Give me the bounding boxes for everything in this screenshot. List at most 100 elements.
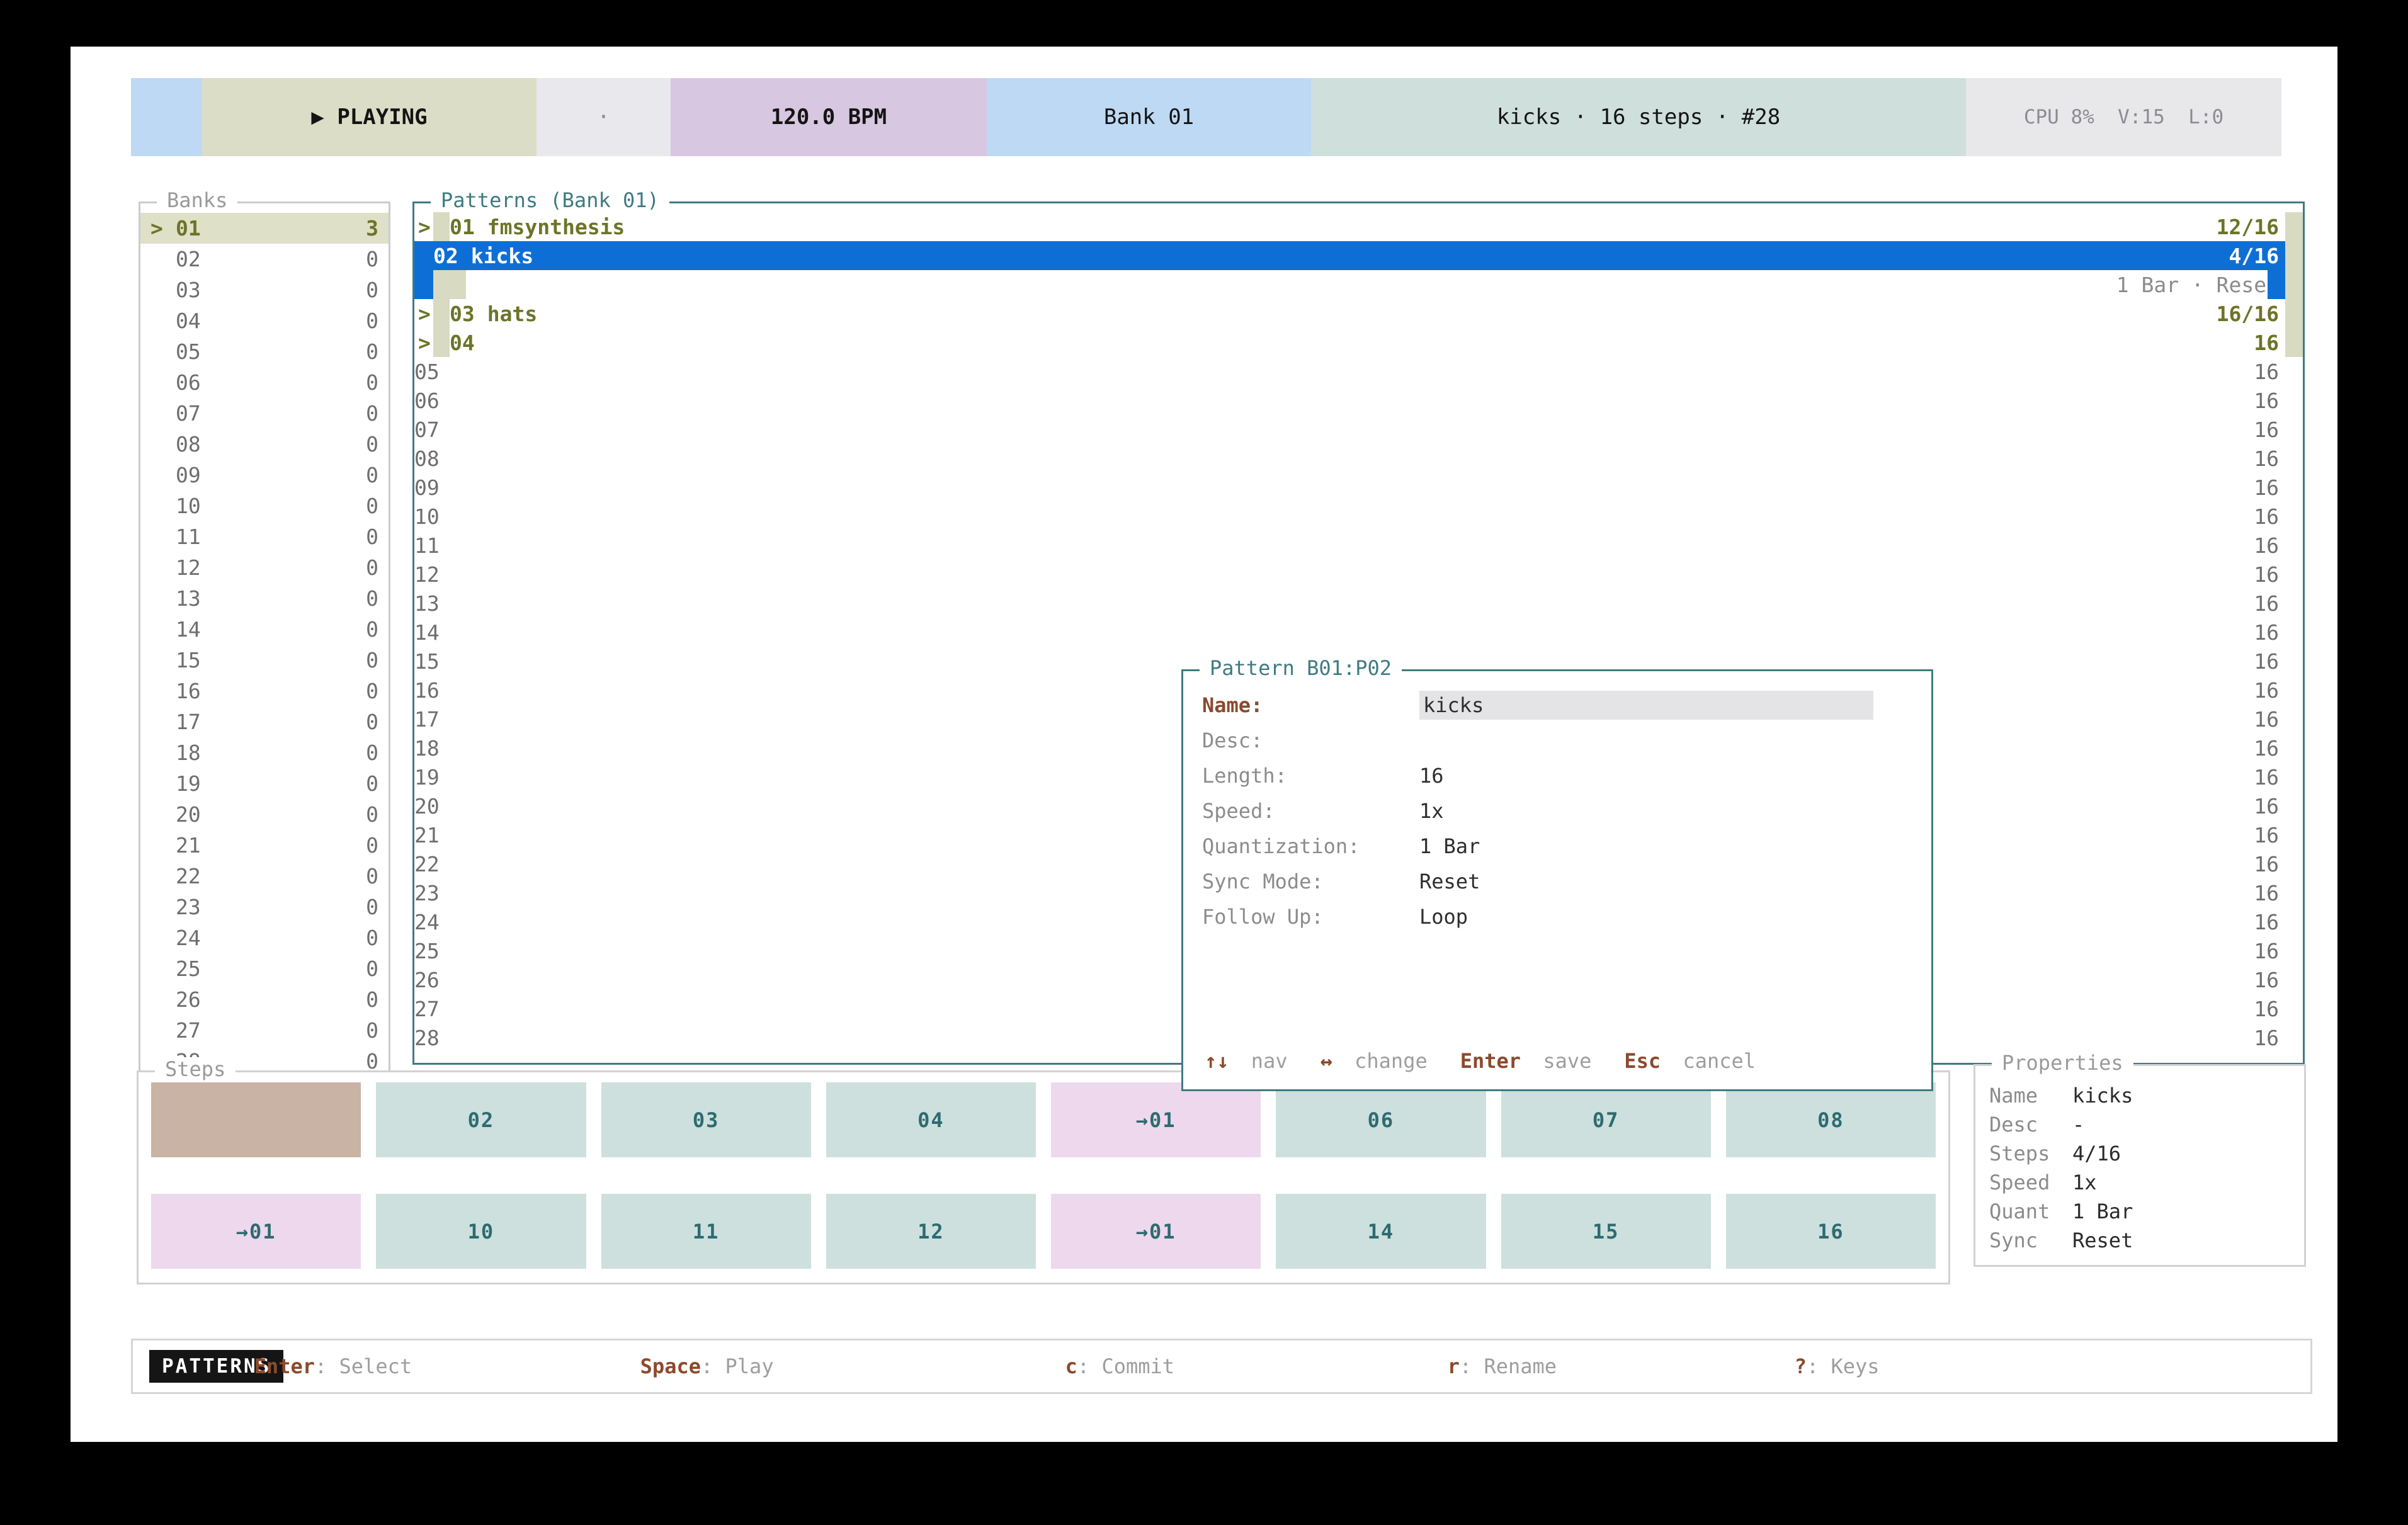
step-label: 06 [1368,1108,1395,1132]
step-cell-normal[interactable]: 08 [1726,1082,1936,1157]
field-value[interactable]: 1x [1419,799,1444,823]
step-label: 12 [917,1220,945,1244]
step-cell-normal[interactable]: 16 [1726,1194,1936,1269]
pattern-step-count: 16 [2254,417,2285,442]
bank-number: 05 [176,339,201,364]
bank-row[interactable]: 23 0 [140,892,389,922]
pattern-row-selected[interactable]: 02 kicks 4/16 [414,241,2303,270]
pattern-row-plain[interactable]: 12 16 [414,560,2303,589]
bank-row[interactable]: 07 0 [140,398,389,429]
property-row: Steps 4/16 [1989,1139,2290,1168]
pattern-row-plain[interactable]: 10 16 [414,502,2303,531]
field-value[interactable]: kicks [1419,691,1873,720]
field-value[interactable]: 1 Bar [1419,834,1480,858]
step-cell-normal[interactable]: 04 [826,1082,1036,1157]
bank-row[interactable]: 06 0 [140,367,389,398]
top-status-bar: ▶ PLAYING · 120.0 BPM Bank 01 kicks · 16… [131,78,2312,156]
bank-row[interactable]: 21 0 [140,830,389,861]
bank-row[interactable]: 27 0 [140,1015,389,1046]
step-cell-normal[interactable]: 06 [1276,1082,1485,1157]
hint-separator: : [1807,1354,1819,1378]
bank-row[interactable]: 20 0 [140,799,389,830]
bank-row[interactable]: 17 0 [140,706,389,737]
bank-row[interactable]: 14 0 [140,614,389,645]
pattern-step-count: 16 [2254,707,2285,732]
dialog-field-row[interactable]: Length: 16 [1202,758,1912,793]
step-cell-normal[interactable]: 14 [1276,1194,1485,1269]
dialog-field-row[interactable]: Quantization: 1 Bar [1202,829,1912,864]
pattern-row-plain[interactable]: 07 16 [414,415,2303,444]
bank-row[interactable]: 22 0 [140,861,389,892]
bank-pattern-count: 0 [366,895,378,919]
step-cell-normal[interactable]: 11 [601,1194,811,1269]
pattern-name: kicks [471,244,533,268]
gutter-stripe [433,328,450,357]
dialog-field-row[interactable]: Follow Up: Loop [1202,899,1912,934]
bank-row[interactable]: 05 0 [140,336,389,367]
pattern-row-olive[interactable]: > 04 16 [414,328,2303,357]
footer-key-hint: c: Commit [944,1330,1174,1402]
step-cell-jump[interactable]: →01 [1051,1194,1261,1269]
pattern-row-plain[interactable]: 05 16 [414,357,2303,386]
bank-row[interactable]: 19 0 [140,768,389,799]
field-value[interactable]: Reset [1419,870,1480,893]
dialog-field-row[interactable]: Name: kicks [1202,688,1912,723]
scrollbar-track [2285,531,2303,560]
bank-row[interactable]: 16 0 [140,676,389,706]
pattern-number: 06 [414,388,440,413]
step-cell-jump[interactable]: →01 [1051,1082,1261,1157]
bank-row[interactable]: 11 0 [140,521,389,552]
properties-panel-title: Properties [1992,1051,2133,1075]
pattern-row-plain[interactable]: 14 16 [414,618,2303,647]
hint-separator: : [1460,1354,1472,1378]
bank-row[interactable]: 12 0 [140,552,389,583]
pattern-row-detail[interactable]: 1 Bar · Reset [414,270,2303,299]
pattern-row-plain[interactable]: 08 16 [414,444,2303,473]
pattern-row-plain[interactable]: 13 16 [414,589,2303,618]
pattern-row-plain[interactable]: 09 16 [414,473,2303,502]
step-cell-normal[interactable]: 02 [376,1082,586,1157]
bank-pattern-count: 0 [366,309,378,333]
bank-pattern-count: 0 [366,494,378,518]
bank-row[interactable]: 24 0 [140,922,389,953]
bank-row[interactable]: 03 0 [140,275,389,305]
bank-row[interactable]: 18 0 [140,737,389,768]
pattern-row-olive[interactable]: > 03 hats 16/16 [414,299,2303,328]
step-cell-active[interactable] [151,1082,361,1157]
dialog-field-row[interactable]: Sync Mode: Reset [1202,864,1912,899]
pattern-row-olive[interactable]: > 01 fmsynthesis 12/16 [414,212,2303,241]
pattern-row-plain[interactable]: 06 16 [414,386,2303,415]
step-cell-normal[interactable]: 07 [1501,1082,1711,1157]
property-row: Name kicks [1989,1081,2290,1110]
step-cell-normal[interactable]: 15 [1501,1194,1711,1269]
field-value[interactable]: Loop [1419,905,1468,929]
topbar-segment-transport: ▶ PLAYING [202,78,537,156]
footer-key-hint: r: Rename [1326,1330,1557,1402]
pattern-number: 12 [414,562,440,587]
step-cell-normal[interactable]: 03 [601,1082,811,1157]
bank-row[interactable]: 15 0 [140,645,389,676]
hint-separator: : [315,1354,327,1378]
bank-row[interactable]: 09 0 [140,460,389,490]
topbar-segment-text: 120.0 BPM [771,105,887,130]
dialog-field-row[interactable]: Speed: 1x [1202,793,1912,829]
step-cell-normal[interactable]: 10 [376,1194,586,1269]
bank-row[interactable]: 26 0 [140,984,389,1015]
bank-row[interactable]: 13 0 [140,583,389,614]
bank-row[interactable]: 25 0 [140,953,389,984]
bank-row[interactable]: 02 0 [140,244,389,275]
topbar-segment-indicator [131,78,202,156]
bank-number: 16 [176,679,201,703]
dialog-field-row[interactable]: Desc: [1202,723,1912,758]
step-cell-normal[interactable]: 12 [826,1194,1036,1269]
hint-label: change [1354,1049,1428,1073]
bank-row[interactable]: 04 0 [140,305,389,336]
bank-row[interactable]: 08 0 [140,429,389,460]
bank-row[interactable]: > 01 3 [140,213,389,244]
bank-row[interactable]: 10 0 [140,490,389,521]
field-value[interactable]: 16 [1419,764,1444,788]
bank-number: 06 [176,370,201,395]
property-label: Speed [1989,1171,2072,1194]
pattern-row-plain[interactable]: 11 16 [414,531,2303,560]
step-cell-jump[interactable]: →01 [151,1194,361,1269]
